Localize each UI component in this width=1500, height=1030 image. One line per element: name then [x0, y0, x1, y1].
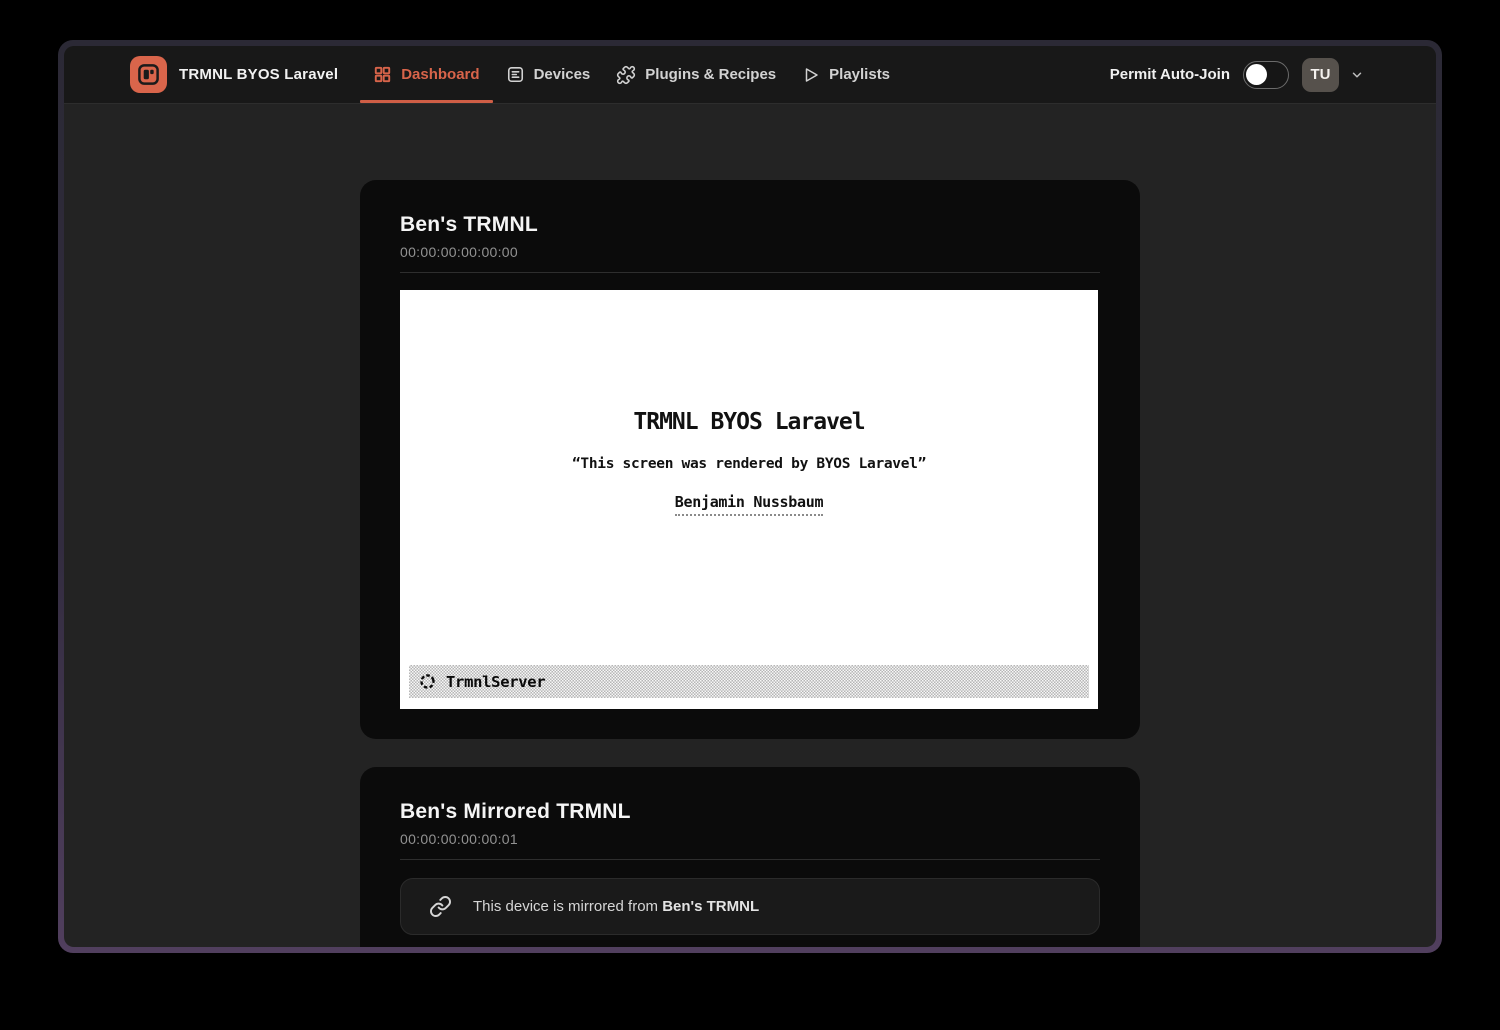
permit-auto-join-toggle[interactable] [1243, 61, 1289, 89]
server-status-badge: TrmnlServer [409, 665, 1089, 698]
tab-dashboard[interactable]: Dashboard [360, 46, 492, 103]
link-icon [429, 895, 452, 918]
devices-icon [506, 65, 525, 84]
eink-screen-preview: TRMNL BYOS Laravel “This screen was rend… [400, 290, 1098, 709]
brand-title: TRMNL BYOS Laravel [179, 66, 338, 83]
tab-devices-label: Devices [534, 66, 591, 83]
play-icon [802, 66, 820, 84]
device-card-bens-trmnl: Ben's TRMNL 00:00:00:00:00:00 TRMNL BYOS… [360, 180, 1140, 739]
mirror-source-name: Ben's TRMNL [662, 898, 759, 915]
tab-dashboard-label: Dashboard [401, 66, 479, 83]
eink-author-link: Benjamin Nussbaum [675, 493, 823, 516]
server-badge-label: TrmnlServer [446, 673, 545, 691]
device-mac-address: 00:00:00:00:00:00 [400, 244, 1100, 260]
toggle-knob [1246, 64, 1267, 85]
card-divider [400, 272, 1100, 273]
permit-auto-join-label: Permit Auto-Join [1110, 66, 1230, 83]
grid-icon [373, 65, 392, 84]
puzzle-icon [616, 65, 636, 85]
device-mac-address: 00:00:00:00:00:01 [400, 831, 1100, 847]
eink-title: TRMNL BYOS Laravel [633, 409, 864, 435]
card-divider [400, 859, 1100, 860]
tab-devices[interactable]: Devices [493, 46, 604, 103]
tab-playlists-label: Playlists [829, 66, 890, 83]
trmnl-logo-icon [130, 56, 167, 93]
top-nav-bar: TRMNL BYOS Laravel Dashboard [64, 46, 1436, 104]
nav-tabs: Dashboard Devices [360, 46, 903, 103]
tab-plugins-recipes-label: Plugins & Recipes [645, 66, 776, 83]
mirror-notice: This device is mirrored from Ben's TRMNL [400, 878, 1100, 935]
device-card-bens-mirrored-trmnl: Ben's Mirrored TRMNL 00:00:00:00:00:01 T… [360, 767, 1140, 947]
spinner-icon [419, 673, 436, 690]
eink-quote: “This screen was rendered by BYOS Larave… [572, 456, 926, 472]
eink-screen-content: TRMNL BYOS Laravel “This screen was rend… [400, 290, 1098, 634]
dashboard-content: Ben's TRMNL 00:00:00:00:00:00 TRMNL BYOS… [64, 104, 1436, 947]
user-avatar[interactable]: TU [1302, 58, 1339, 92]
device-name: Ben's Mirrored TRMNL [400, 800, 1100, 824]
brand: TRMNL BYOS Laravel [130, 46, 338, 103]
chevron-down-icon[interactable] [1350, 68, 1364, 82]
mirror-notice-text: This device is mirrored from Ben's TRMNL [473, 898, 759, 915]
tab-plugins-recipes[interactable]: Plugins & Recipes [603, 46, 789, 103]
nav-right-group: Permit Auto-Join TU [1110, 46, 1364, 103]
app-window: TRMNL BYOS Laravel Dashboard [64, 46, 1436, 947]
app-window-frame: TRMNL BYOS Laravel Dashboard [58, 40, 1442, 953]
device-name: Ben's TRMNL [400, 213, 1100, 237]
tab-playlists[interactable]: Playlists [789, 46, 903, 103]
